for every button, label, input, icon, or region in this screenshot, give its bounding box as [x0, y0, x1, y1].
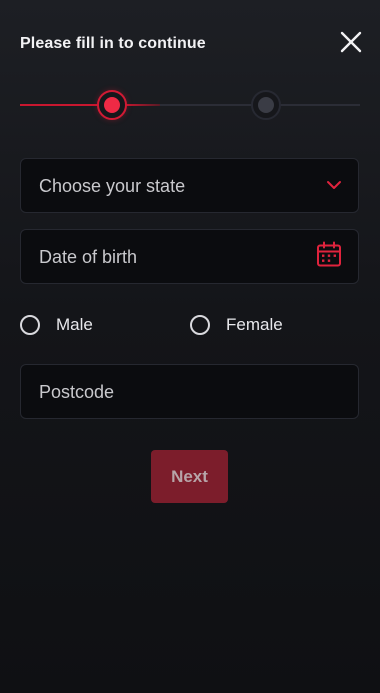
next-button[interactable]: Next — [151, 450, 228, 503]
stepper-line-complete — [20, 104, 160, 106]
radio-label-male: Male — [56, 315, 93, 334]
page-title: Please fill in to continue — [20, 35, 206, 52]
postcode-field[interactable]: Postcode — [20, 364, 359, 419]
step-2-indicator — [251, 90, 281, 120]
gender-radio-male[interactable]: Male — [20, 313, 93, 337]
close-button[interactable] — [338, 29, 364, 55]
calendar-icon[interactable] — [316, 241, 342, 272]
gender-radio-female[interactable]: Female — [190, 313, 283, 337]
step-1-indicator — [97, 90, 127, 120]
progress-stepper — [20, 88, 360, 122]
radio-button-male[interactable] — [20, 315, 40, 335]
state-select-placeholder: Choose your state — [39, 176, 186, 196]
radio-label-female: Female — [226, 315, 283, 334]
postcode-placeholder: Postcode — [39, 382, 115, 402]
chevron-down-icon — [326, 177, 342, 195]
radio-button-female[interactable] — [190, 315, 210, 335]
date-of-birth-placeholder: Date of birth — [39, 247, 138, 267]
close-icon — [340, 31, 362, 53]
date-of-birth-field[interactable]: Date of birth — [20, 229, 359, 284]
state-select[interactable]: Choose your state — [20, 158, 359, 213]
